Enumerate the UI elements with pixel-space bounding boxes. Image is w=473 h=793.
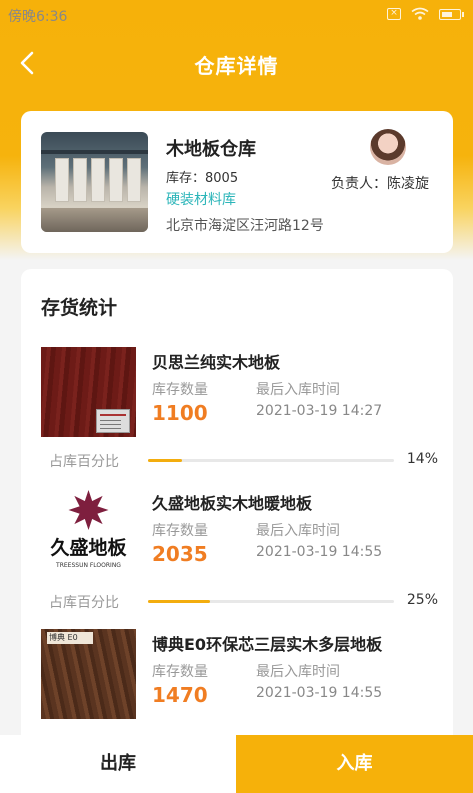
list-item[interactable]: 久盛地板 TREESSUN FLOORING 久盛地板实木地暖地板 库存数量 最… [21,488,453,578]
product-name: 贝思兰纯实木地板 [152,353,281,372]
page-title: 仓库详情 [194,54,279,78]
product-name: 久盛地板实木地暖地板 [152,494,313,513]
last-inbound-time: 2021-03-19 14:55 [256,685,383,701]
warehouse-card: 木地板仓库 库存：8005 硬装材料库 北京市海淀区汪河路12号 负责人：陈凌旋 [21,111,453,253]
percentage-row: 占库百分比 25% [21,591,453,613]
stock-out-button[interactable]: 出库 [0,735,236,793]
last-inbound-time: 2021-03-19 14:27 [256,403,383,419]
warehouse-manager: 负责人：陈凌旋 [331,176,429,192]
stats-title: 存货统计 [41,297,118,319]
manager-avatar [370,129,406,165]
warehouse-name: 木地板仓库 [166,139,256,160]
warehouse-photo [41,132,148,232]
product-name: 博典E0环保芯三层实木多层地板 [152,635,383,654]
battery-icon [439,8,464,20]
navbar: 仓库详情 [0,40,473,86]
pct-bar-fill [148,459,183,462]
list-item[interactable]: 博典 E0 博典E0环保芯三层实木多层地板 库存数量 最后入库时间 1470 2… [21,629,453,719]
svg-text:TREESSUN FLOORING: TREESSUN FLOORING [55,562,121,569]
pct-value: 25% [406,592,438,608]
wifi-icon [411,7,429,20]
pct-bar-track [148,600,394,603]
svg-text:久盛地板: 久盛地板 [50,536,127,559]
stock-in-button[interactable]: 入库 [236,735,473,793]
time-label: 最后入库时间 [256,664,340,680]
product-image: 久盛地板 TREESSUN FLOORING [41,488,136,578]
warehouse-stock: 库存：8005 [166,171,239,186]
stock-quantity: 1100 [152,401,208,425]
list-item[interactable]: 贝思兰纯实木地板 库存数量 最后入库时间 1100 2021-03-19 14:… [21,347,453,437]
warehouse-type: 硬装材料库 [166,192,236,208]
brand-logo: 久盛地板 TREESSUN FLOORING [50,490,127,569]
time-label: 最后入库时间 [256,523,340,539]
pct-value: 14% [406,451,438,467]
stock-quantity: 2035 [152,542,208,566]
stock-quantity: 1470 [152,683,208,707]
percentage-row: 占库百分比 14% [21,450,453,472]
warehouse-address: 北京市海淀区汪河路12号 [166,218,324,234]
product-image [41,347,136,437]
pct-label: 占库百分比 [49,454,119,470]
status-time: 傍晚6:36 [8,9,68,25]
status-bar: 傍晚6:36 × [0,0,473,30]
status-icons: × [387,7,464,21]
no-sim-icon: × [387,8,401,20]
qty-label: 库存数量 [152,523,208,539]
pct-bar-fill [148,600,210,603]
qty-label: 库存数量 [152,664,208,680]
time-label: 最后入库时间 [256,382,340,398]
inventory-stats-card: 存货统计 贝思兰纯实木地板 库存数量 最后入库时间 1100 2021-03-1… [21,269,453,749]
pct-label: 占库百分比 [49,595,119,611]
qty-label: 库存数量 [152,382,208,398]
last-inbound-time: 2021-03-19 14:55 [256,544,383,560]
product-image: 博典 E0 [41,629,136,719]
bottom-action-bar: 出库 入库 [0,735,473,793]
pct-bar-track [148,459,394,462]
